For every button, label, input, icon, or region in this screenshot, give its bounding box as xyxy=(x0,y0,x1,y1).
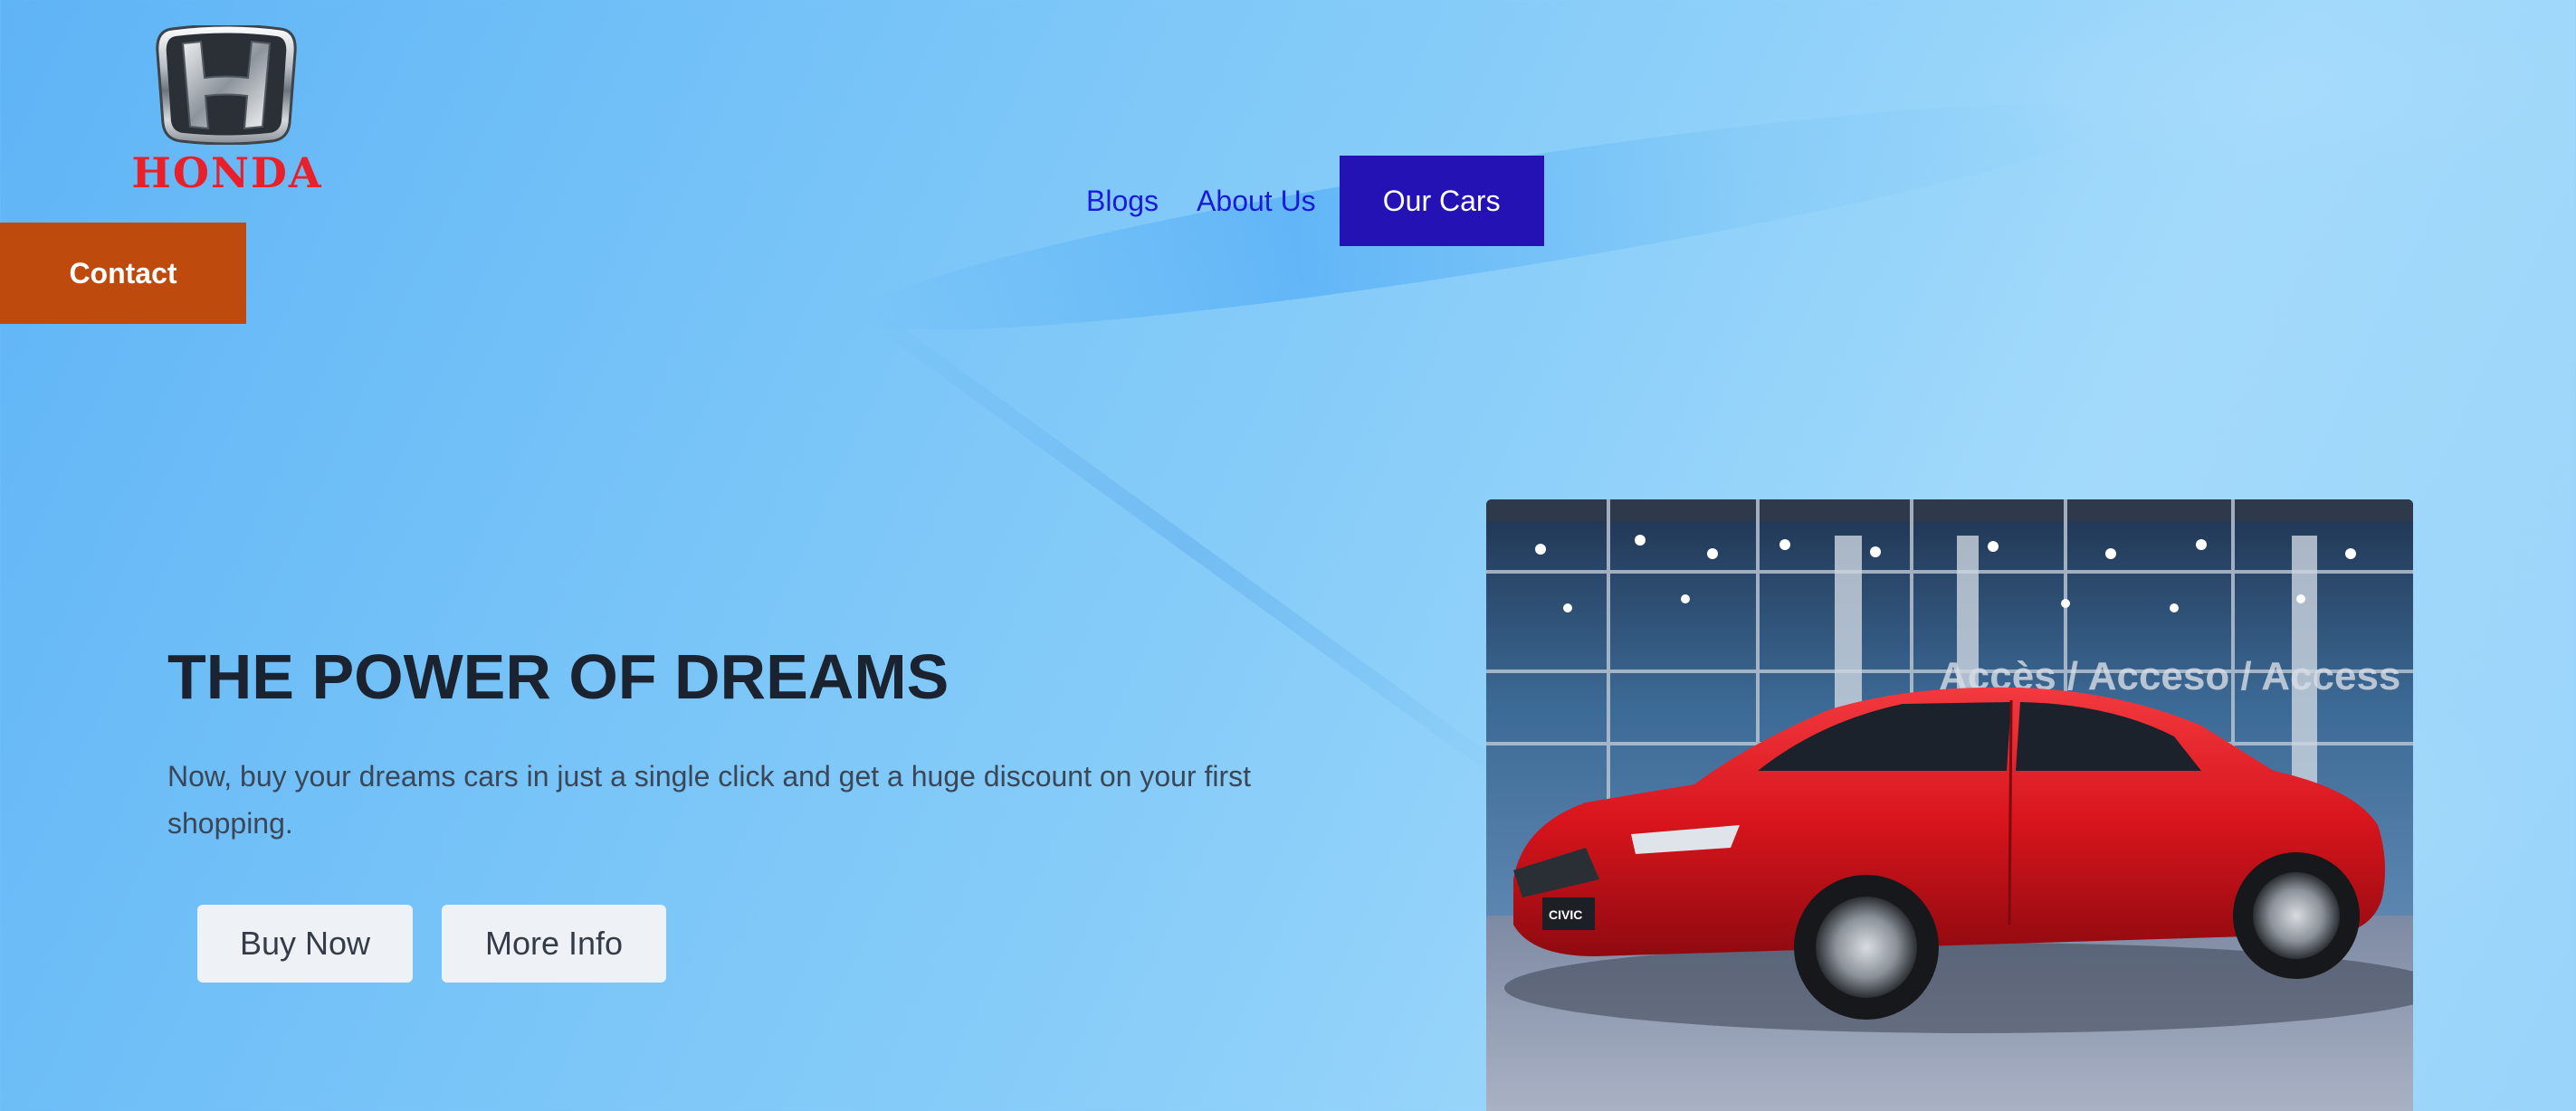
background-glow xyxy=(1946,0,2576,181)
hero-title: THE POWER OF DREAMS xyxy=(167,641,949,712)
car-image: Accès / Acceso / Access S CIVIC xyxy=(1486,499,2413,1111)
honda-h-emblem-icon xyxy=(156,25,297,145)
red-sedan-showroom-image: Accès / Acceso / Access S CIVIC xyxy=(1486,499,2413,1111)
contact-button[interactable]: Contact xyxy=(0,223,246,324)
hero-description: Now, buy your dreams cars in just a sing… xyxy=(167,760,1252,840)
honda-logo[interactable]: HONDA xyxy=(91,25,362,197)
our-cars-button[interactable]: Our Cars xyxy=(1339,156,1544,246)
nav-link-blogs[interactable]: Blogs xyxy=(1086,185,1159,218)
buy-now-button[interactable]: Buy Now xyxy=(197,905,413,983)
more-info-button[interactable]: More Info xyxy=(442,905,666,983)
brand-wordmark: HONDA xyxy=(131,148,323,197)
background-streak xyxy=(854,299,1524,793)
main-nav: Blogs About Us Our Cars xyxy=(1086,156,1544,246)
nav-link-about-us[interactable]: About Us xyxy=(1197,185,1316,218)
license-plate: CIVIC xyxy=(1549,907,1582,922)
